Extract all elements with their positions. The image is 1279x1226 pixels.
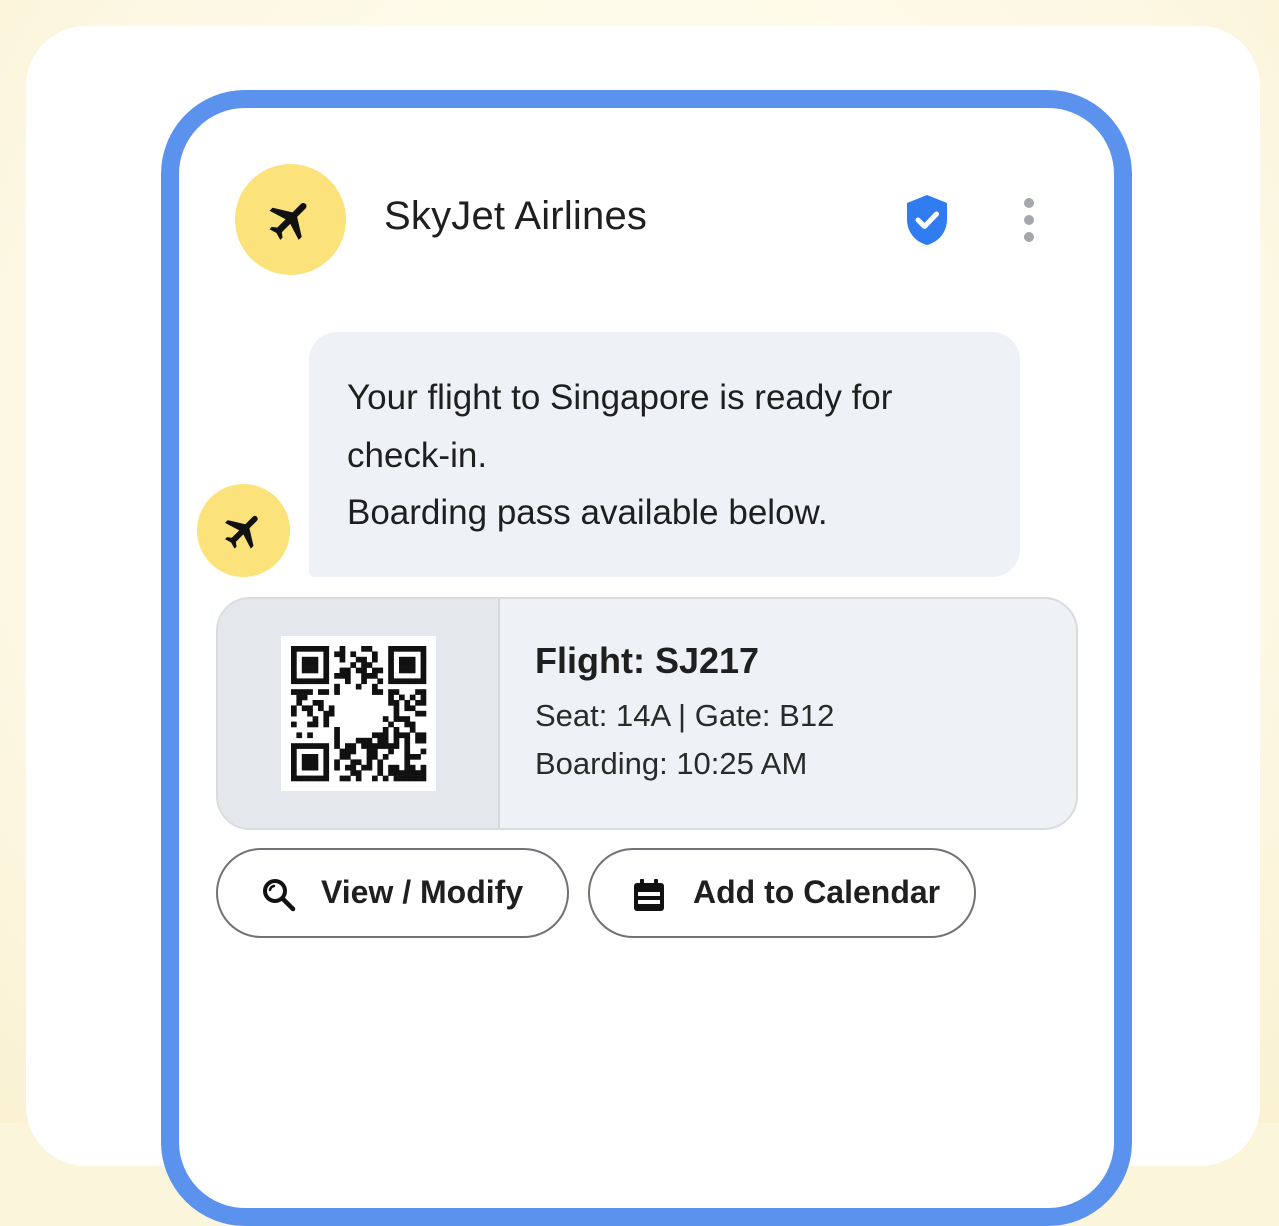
view-modify-label: View / Modify <box>321 874 524 910</box>
seat-gate-text: Seat: 14A | Gate: B12 <box>535 698 835 733</box>
message-line: check-in. <box>347 435 488 475</box>
view-modify-button[interactable]: View / Modify <box>216 848 569 938</box>
message-line: Your flight to Singapore is ready for <box>347 378 893 417</box>
more-vertical-icon[interactable] <box>1017 198 1041 242</box>
add-to-calendar-button[interactable]: Add to Calendar <box>588 848 976 938</box>
sender-avatar[interactable] <box>235 164 346 275</box>
add-to-calendar-label: Add to Calendar <box>693 874 941 910</box>
verified-shield-icon <box>907 195 947 245</box>
airplane-icon <box>269 202 307 240</box>
message-line: Boarding pass available below. <box>347 493 828 532</box>
qr-code <box>281 636 436 791</box>
sender-name: SkyJet Airlines <box>384 194 648 238</box>
flight-number: Flight: SJ217 <box>535 640 760 681</box>
qr-code-icon <box>291 646 427 782</box>
search-icon <box>263 879 296 912</box>
boarding-time-text: Boarding: 10:25 AM <box>535 746 808 781</box>
calendar-icon <box>634 879 664 911</box>
airplane-icon <box>224 515 258 549</box>
qr-panel <box>218 599 500 828</box>
message-avatar <box>197 484 290 577</box>
message-text: Your flight to Singapore is ready for ch… <box>347 369 997 542</box>
